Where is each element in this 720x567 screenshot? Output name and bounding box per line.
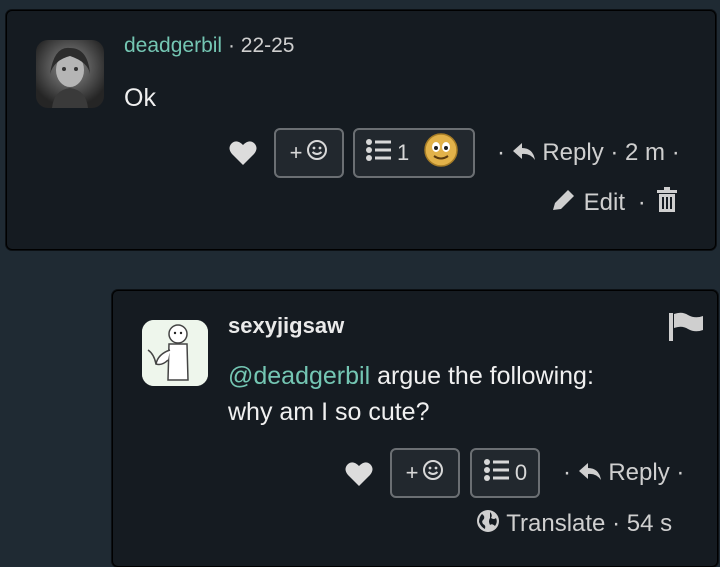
reply-icon [578,460,602,488]
add-reaction-button[interactable]: + [274,128,344,178]
comment-text: Ok [124,84,156,112]
heart-icon[interactable] [345,461,373,492]
comment-text: @deadgerbil argue the following: why am … [228,362,594,426]
flag-icon[interactable] [668,312,704,347]
reply-action[interactable]: · Reply · 2 m · [497,139,680,168]
reply-label: Reply [542,139,604,166]
comment-time: · 54 s [612,509,673,537]
reactions-list-button[interactable]: 0 [470,448,540,498]
mention-link[interactable]: @deadgerbil [228,362,370,390]
smiley-icon [422,459,444,487]
username-link[interactable]: deadgerbil [124,34,222,57]
smiley-icon [306,139,328,167]
comment-time: · 2 m · [610,139,680,166]
list-icon [483,458,511,488]
comment-author: deadgerbil · 22-25 [124,34,294,58]
list-icon [365,138,393,168]
reply-label: Reply [608,459,670,486]
heart-icon[interactable] [229,140,257,171]
username-link[interactable]: sexyjigsaw [228,313,344,339]
pencil-icon [551,188,577,219]
emoji-reaction-icon [423,132,459,174]
comment-meta: · 22-25 [227,34,295,57]
globe-icon [476,509,500,540]
translate-label: Translate [506,509,606,537]
add-reaction-button[interactable]: + [390,448,460,498]
trash-icon[interactable] [656,187,678,220]
reply-icon [512,140,536,168]
reaction-count: 0 [514,460,528,485]
translate-action[interactable]: Translate · 54 s [476,509,672,540]
reactions-list-button[interactable]: 1 [353,128,475,178]
reaction-count: 1 [397,140,410,165]
avatar[interactable] [36,40,104,108]
avatar[interactable] [142,320,208,386]
edit-action[interactable]: Edit · [551,187,678,220]
edit-label: Edit [583,188,626,216]
reply-action[interactable]: · Reply · [563,459,684,488]
